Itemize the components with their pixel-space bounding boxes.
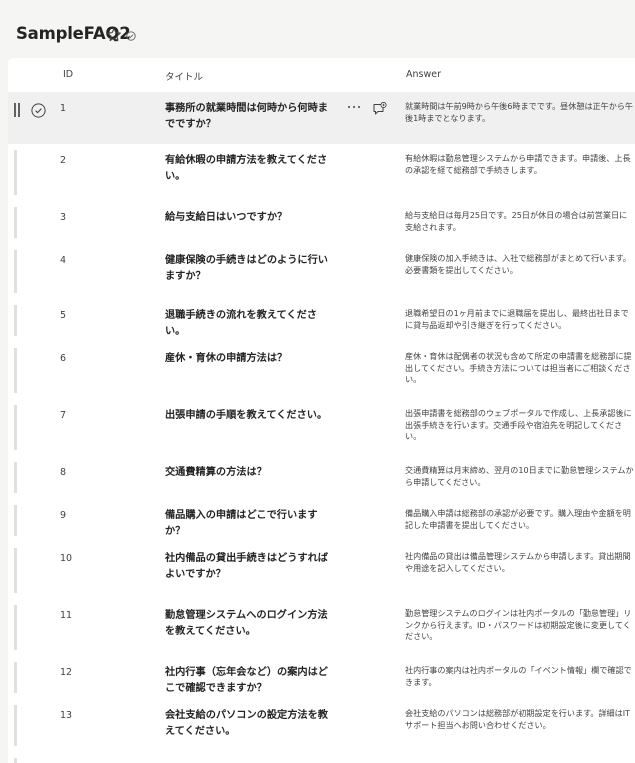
row-gutter	[14, 250, 17, 293]
table-row[interactable]: 4 健康保険の手続きはどのように行いますか？ 健康保険の加入手続きは、入社で総務部が…	[8, 244, 635, 299]
cell-title[interactable]: 産休・育休の申請方法は？	[165, 351, 337, 367]
cell-answer: 会社支給のパソコンは総務部が初期設定を行います。詳細はITサポート担当へお問い合…	[405, 708, 631, 730]
row-gutter	[14, 758, 17, 763]
row-gutter	[14, 605, 17, 650]
table-row[interactable]: 1 事務所の就業時間は何時から何時までですか？ 就業時間は午前9時から午後6時までで…	[8, 92, 635, 144]
table-row[interactable]: 13 会社支給のパソコンの設定方法を教えてください。 会社支給のパソコンは総務部が初…	[8, 699, 635, 752]
row-select-check-icon[interactable]	[31, 103, 46, 118]
table-row[interactable]: 10 社内備品の貸出手続きはどうすればよいですか？ 社内備品の貸出は備品管理システム…	[8, 542, 635, 599]
cell-id: 8	[60, 467, 67, 478]
table-row[interactable]: 2 有給休暇の申請方法を教えてください。 有給休暇は勤怠管理システムから申請できます…	[8, 144, 635, 201]
cell-title[interactable]: 勤怠管理システムへのログイン方法を教えてください。	[165, 608, 337, 640]
row-gutter	[14, 348, 17, 393]
column-header-row: ID タイトル Answer	[8, 58, 635, 92]
cell-title[interactable]: 出張申請の手順を教えてください。	[165, 408, 337, 424]
row-gutter	[14, 505, 17, 536]
cell-answer: 勤怠管理システムのログインは社内ポータルの「勤怠管理」リンクから行えます。ID・…	[405, 608, 632, 641]
cell-id: 10	[60, 553, 73, 564]
column-header-answer[interactable]: Answer	[406, 69, 441, 80]
row-gutter	[14, 548, 17, 593]
table-row[interactable]: 9 備品購入の申請はどこで行いますか？ 備品購入申請は総務部の承認が必要です。購入理…	[8, 499, 635, 542]
cell-answer: 給与支給日は毎月25日です。25日が休日の場合は前営業日に支給されます。	[405, 210, 628, 232]
cell-id: 2	[60, 155, 67, 166]
row-gutter	[14, 662, 17, 693]
cell-id: 11	[60, 610, 73, 621]
row-gutter	[14, 462, 17, 493]
cell-id: 5	[60, 310, 67, 321]
cell-answer: 出張申請書を総務部のウェブポータルで作成し、上長承認後に出張手続きを行います。交…	[405, 408, 632, 441]
cell-answer: 健康保険の加入手続きは、入社で総務部がまとめて行います。必要書類を提出してくださ…	[405, 253, 631, 275]
cell-answer: 社内備品の貸出は備品管理システムから申請します。貸出期間や用途を記入してください…	[405, 551, 631, 573]
cell-answer: 有給休暇は勤怠管理システムから申請できます。申請後、上長の承認を経て総務部で手続…	[405, 153, 631, 175]
list-view: ID タイトル Answer 1 事務所の就業時間は何時から何時までですか？ 就業時…	[8, 58, 635, 763]
cell-id: 3	[60, 212, 67, 223]
cell-title[interactable]: 有給休暇の申請方法を教えてください。	[165, 153, 337, 185]
cell-id: 12	[60, 667, 73, 678]
cell-title[interactable]: 社内備品の貸出手続きはどうすればよいですか？	[165, 551, 337, 583]
cell-answer: 退職希望日の1ヶ月前までに退職届を提出し、最終出社日までに貸与品返却や引き継ぎを…	[405, 308, 629, 330]
table-row[interactable]: 6 産休・育休の申請方法は？ 産休・育休は配偶者の状況も含めて所定の申請書を総務部に…	[8, 342, 635, 399]
cell-title[interactable]: 交通費精算の方法は？	[165, 465, 337, 481]
more-actions-icon[interactable]	[347, 102, 361, 112]
cell-title[interactable]: 事務所の就業時間は何時から何時までですか？	[165, 101, 337, 133]
cell-answer: 交通費精算は月末締め、翌月の10日までに勤怠管理システムから申請してください。	[405, 465, 634, 487]
cell-id: 6	[60, 353, 67, 364]
star-icon[interactable]	[106, 27, 122, 43]
cell-id: 13	[60, 710, 73, 721]
row-gutter	[14, 305, 17, 336]
column-header-id[interactable]: ID	[63, 69, 73, 80]
table-row[interactable]: 11 勤怠管理システムへのログイン方法を教えてください。 勤怠管理システムのログイン…	[8, 599, 635, 656]
table-row[interactable]: 5 退職手続きの流れを教えてください。 退職希望日の1ヶ月前までに退職届を提出し、最…	[8, 299, 635, 342]
drag-handle-icon[interactable]	[14, 103, 21, 117]
cell-answer: 備品購入申請は総務部の承認が必要です。購入理由や金額を明記した申請書を提出してく…	[405, 508, 631, 530]
row-gutter	[14, 150, 17, 195]
table-row[interactable]: 8 交通費精算の方法は？ 交通費精算は月末締め、翌月の10日までに勤怠管理システムか…	[8, 456, 635, 499]
row-gutter	[14, 405, 17, 450]
cell-answer: 社内行事の案内は社内ポータルの「イベント情報」欄で確認できます。	[405, 665, 632, 687]
table-row[interactable]: 3 給与支給日はいつですか？ 給与支給日は毎月25日です。25日が休日の場合は前営業…	[8, 201, 635, 244]
verified-check-icon[interactable]	[126, 31, 136, 41]
cell-answer: 就業時間は午前9時から午後6時までです。昼休憩は正午から午後1時までとなります。	[405, 101, 634, 123]
table-row-partial	[8, 752, 635, 763]
table-row[interactable]: 7 出張申請の手順を教えてください。 出張申請書を総務部のウェブポータルで作成し、上…	[8, 399, 635, 456]
row-gutter	[14, 207, 17, 238]
cell-title[interactable]: 健康保険の手続きはどのように行いますか？	[165, 253, 337, 285]
cell-title[interactable]: 備品購入の申請はどこで行いますか？	[165, 508, 337, 540]
cell-title[interactable]: 給与支給日はいつですか？	[165, 210, 337, 226]
table-row[interactable]: 12 社内行事（忘年会など）の案内はどこで確認できますか？ 社内行事の案内は社内ポー…	[8, 656, 635, 699]
cell-title[interactable]: 社内行事（忘年会など）の案内はどこで確認できますか？	[165, 665, 337, 697]
cell-id: 9	[60, 510, 67, 521]
cell-id: 7	[60, 410, 67, 421]
column-header-title[interactable]: タイトル	[165, 69, 203, 83]
cell-answer: 産休・育休は配偶者の状況も含めて所定の申請書を総務部に提出してください。手続き方…	[405, 351, 632, 384]
comment-icon[interactable]	[372, 102, 387, 117]
row-gutter	[14, 705, 17, 746]
cell-id: 1	[60, 103, 67, 114]
cell-id: 4	[60, 255, 67, 266]
list-header: SampleFAQ2	[0, 0, 635, 58]
cell-title[interactable]: 退職手続きの流れを教えてください。	[165, 308, 337, 340]
cell-title[interactable]: 会社支給のパソコンの設定方法を教えてください。	[165, 708, 337, 740]
